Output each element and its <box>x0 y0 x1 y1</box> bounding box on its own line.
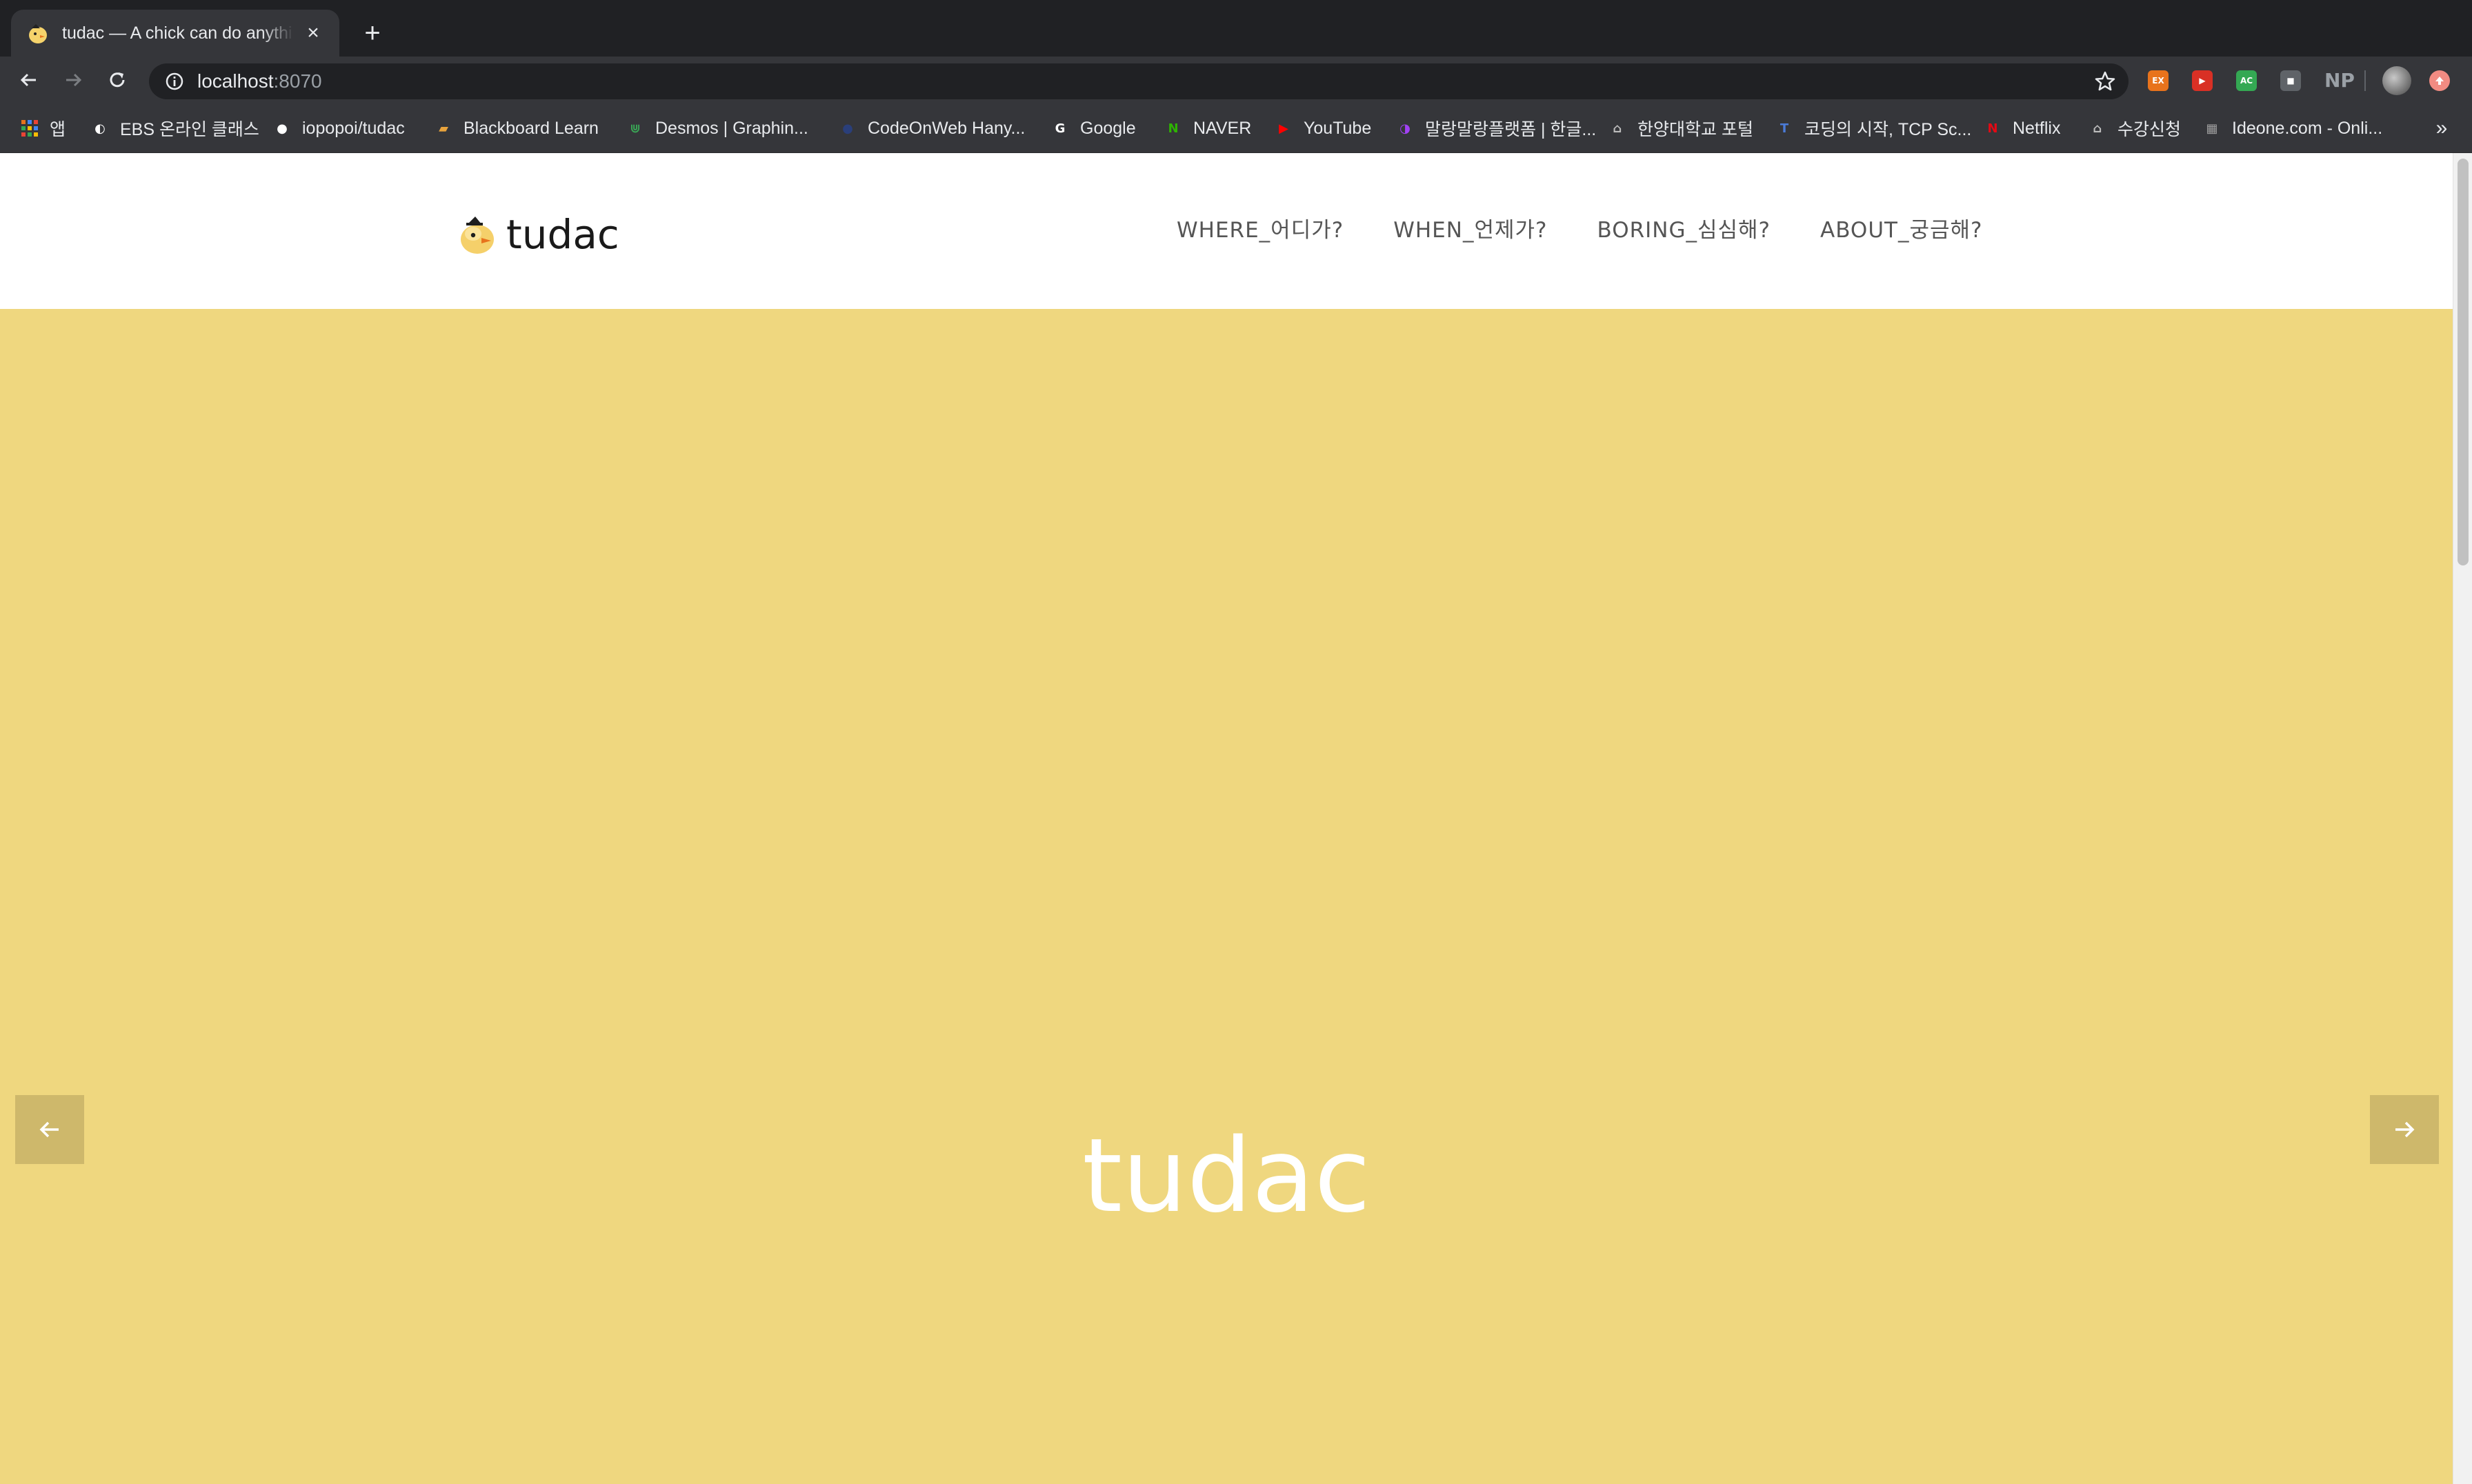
bookmark-label: Google <box>1080 118 1136 138</box>
np-extension-icon[interactable]: NP <box>2324 69 2355 92</box>
bookmark-label: 코딩의 시작, TCP Sc... <box>1804 120 1972 139</box>
apps-grid-icon <box>21 120 38 137</box>
main-nav: WHERE_어디가? WHEN_언제가? BORING_심심해? ABOUT_궁… <box>1177 212 1982 243</box>
github-icon: ● <box>277 121 288 136</box>
site-logo[interactable]: tudac <box>457 211 619 258</box>
bookmark-label: 한양대학교 포털 <box>1637 120 1753 139</box>
bookmark-label: CodeOnWeb Hany... <box>868 118 1026 138</box>
page-viewport: tudac WHERE_어디가? WHEN_언제가? BORING_심심해? A… <box>0 153 2472 1484</box>
arrow-left-icon <box>20 73 36 87</box>
slider-next-button[interactable] <box>2370 1095 2439 1164</box>
star-icon[interactable] <box>2094 70 2116 92</box>
bookmark-label: Blackboard Learn <box>464 118 599 138</box>
malang-icon: ◑ <box>1399 121 1411 136</box>
chick-logo-icon <box>461 217 494 254</box>
nav-about[interactable]: ABOUT_궁금해? <box>1820 212 1982 243</box>
tcp-school-icon: T <box>1780 121 1789 136</box>
bookmark-item[interactable]: G Google <box>1050 103 1136 153</box>
bookmark-apps[interactable]: 앱 <box>19 103 66 153</box>
google-icon: G <box>1055 121 1066 136</box>
netflix-icon: N <box>1987 121 1998 136</box>
profile-avatar[interactable] <box>2382 66 2411 95</box>
bookmark-item[interactable]: N Netflix <box>1982 103 2060 153</box>
url-port: :8070 <box>273 70 322 92</box>
page-scrollbar[interactable] <box>2453 153 2472 1484</box>
nav-boring[interactable]: BORING_심심해? <box>1597 212 1771 243</box>
nav-where[interactable]: WHERE_어디가? <box>1177 212 1344 243</box>
hero-title: tudac <box>1082 1116 1370 1236</box>
tab-title: tudac — A chick can do anything <box>62 23 294 43</box>
registration-icon: ⌂ <box>2093 121 2102 136</box>
site-logo-text: tudac <box>506 211 619 258</box>
bookmarks-bar: 앱 ◐ EBS 온라인 클래스 ● iopopoi/tudac ▰ Blackboard … <box>0 103 2472 153</box>
browser-tab-strip: tudac — A chick can do anything × + <box>0 0 2472 57</box>
bookmark-label: YouTube <box>1304 118 1372 138</box>
url-host: localhost <box>197 70 274 92</box>
scrollbar-thumb[interactable] <box>2458 159 2469 565</box>
bookmark-item[interactable]: ⋓ Desmos | Graphin... <box>625 103 808 153</box>
browser-tab-active[interactable]: tudac — A chick can do anything × <box>11 10 339 57</box>
info-icon[interactable] <box>164 71 185 92</box>
video-extension-icon[interactable]: ▶ <box>2192 70 2213 91</box>
arrow-up-icon <box>2435 77 2444 85</box>
bookmark-label: iopopoi/tudac <box>302 118 405 138</box>
bookmark-label: 앱 <box>50 120 66 139</box>
bookmark-item[interactable]: ▰ Blackboard Learn <box>433 103 599 153</box>
bookmark-label: Ideone.com - Onli... <box>2232 118 2383 138</box>
bookmark-label: 수강신청 <box>2117 120 2182 139</box>
arrow-right-icon <box>2395 1121 2415 1138</box>
toolbar-divider <box>2364 70 2366 91</box>
bookmark-label: Netflix <box>2013 118 2061 138</box>
arrow-right-icon <box>66 73 82 87</box>
bookmark-label: EBS 온라인 클래스 <box>120 120 259 139</box>
bookmark-item[interactable]: ◑ 말랑말랑플랫폼 | 한글... <box>1395 103 1596 153</box>
globe-icon: ◐ <box>94 121 106 136</box>
ac-extension-icon[interactable]: AC <box>2236 70 2257 91</box>
bookmark-item[interactable]: T 코딩의 시작, TCP Sc... <box>1774 103 1972 153</box>
naver-icon: N <box>1168 121 1179 136</box>
ideone-icon: ▦ <box>2206 121 2218 136</box>
screen-extension-icon[interactable]: ■ <box>2280 70 2301 91</box>
codeonweb-icon: ● <box>842 121 853 136</box>
bookmark-label: NAVER <box>1193 118 1252 138</box>
blackboard-icon: ▰ <box>439 121 448 136</box>
bookmark-item[interactable]: ⌂ 수강신청 <box>2087 103 2181 153</box>
hero-slider: tudac <box>0 309 2453 1484</box>
desmos-icon: ⋓ <box>630 121 641 136</box>
reload-icon <box>110 72 125 88</box>
youtube-icon: ▶ <box>1279 121 1288 136</box>
bookmarks-overflow-button[interactable]: » <box>2428 103 2455 153</box>
reload-button[interactable] <box>102 65 132 95</box>
bookmark-item[interactable]: N NAVER <box>1163 103 1251 153</box>
ex-extension-icon[interactable]: EX <box>2148 70 2169 91</box>
hanyang-icon: ⌂ <box>1613 121 1622 136</box>
bookmark-item[interactable]: ● iopopoi/tudac <box>272 103 405 153</box>
back-button[interactable] <box>14 65 44 95</box>
browser-toolbar: localhost:8070 EX ▶ AC ■ NP <box>0 57 2472 103</box>
bookmark-label: 말랑말랑플랫폼 | 한글... <box>1425 120 1597 139</box>
bookmark-item[interactable]: ● CodeOnWeb Hany... <box>837 103 1025 153</box>
new-tab-button[interactable]: + <box>357 18 388 48</box>
nav-when[interactable]: WHEN_언제가? <box>1393 212 1547 243</box>
site-header: tudac WHERE_어디가? WHEN_언제가? BORING_심심해? A… <box>0 153 2453 309</box>
bookmark-item[interactable]: ▦ Ideone.com - Onli... <box>2202 103 2382 153</box>
address-bar[interactable]: localhost:8070 <box>149 63 2129 99</box>
bookmark-item[interactable]: ▶ YouTube <box>1273 103 1371 153</box>
close-tab-icon[interactable]: × <box>302 22 324 44</box>
forward-button[interactable] <box>58 65 88 95</box>
bookmark-label: Desmos | Graphin... <box>655 118 808 138</box>
update-icon[interactable] <box>2429 70 2450 91</box>
bookmark-item[interactable]: ◐ EBS 온라인 클래스 <box>90 103 259 153</box>
chick-logo-icon <box>29 24 47 43</box>
bookmark-item[interactable]: ⌂ 한양대학교 포털 <box>1607 103 1753 153</box>
